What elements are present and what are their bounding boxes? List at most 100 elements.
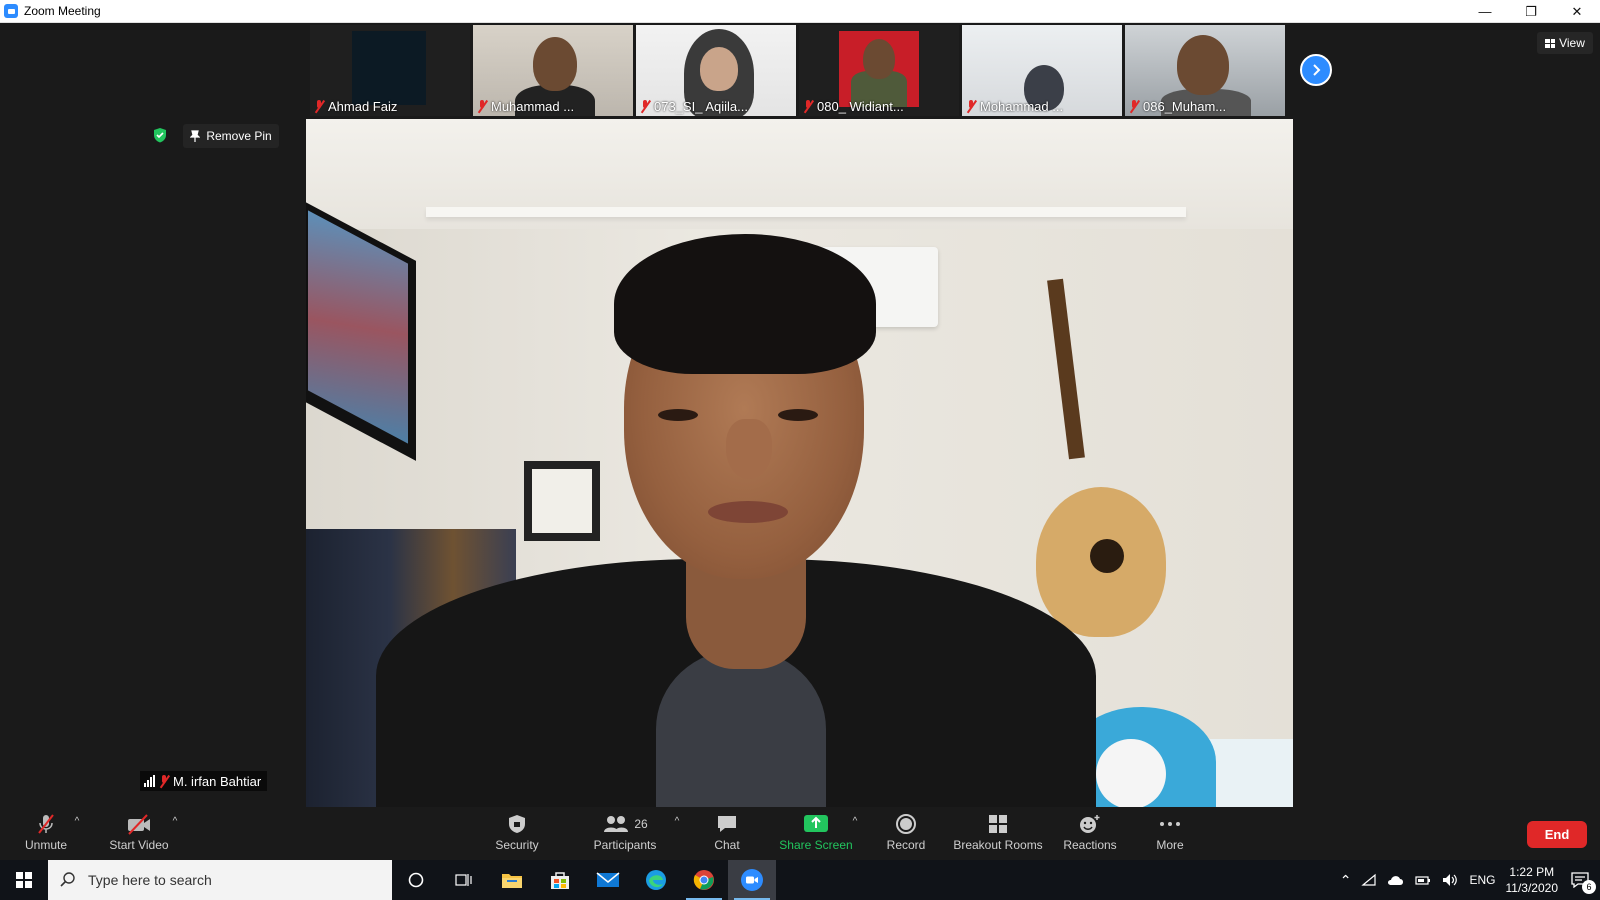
folder-icon	[502, 874, 522, 888]
windows-logo-icon	[16, 872, 32, 888]
onedrive-cloud-icon[interactable]	[1387, 874, 1405, 886]
more-button[interactable]: More	[1150, 812, 1190, 852]
share-options-caret[interactable]: ^	[850, 816, 860, 827]
record-icon	[895, 812, 917, 836]
meeting-toolbar: Unmute ^ Start Video ^ Security 26 Parti…	[0, 808, 1600, 860]
unmute-label: Unmute	[24, 838, 68, 852]
window-controls: — ❐ ✕	[1462, 0, 1600, 23]
language-indicator[interactable]: ENG	[1469, 873, 1495, 887]
participants-label: Participants	[593, 838, 657, 852]
start-video-label: Start Video	[109, 838, 169, 852]
close-button[interactable]: ✕	[1554, 0, 1600, 23]
thumbnail-widiant[interactable]: 080_ Widiant...	[799, 25, 959, 116]
more-icon	[1158, 812, 1182, 836]
video-person-eye	[658, 409, 698, 421]
thumbnail-label: 086_Muham...	[1129, 99, 1226, 114]
windows-taskbar: Type here to search ⌃ ENG 1:22 PM 11/3/2…	[0, 860, 1600, 900]
video-options-caret[interactable]: ^	[170, 816, 180, 827]
record-button[interactable]: Record	[882, 812, 930, 852]
pin-icon	[190, 130, 201, 142]
task-view-button[interactable]	[440, 860, 488, 900]
pinned-video[interactable]	[306, 119, 1293, 807]
chat-icon	[715, 812, 739, 836]
reactions-icon	[1078, 812, 1102, 836]
thumbnail-muhammad[interactable]: Muhammad ...	[473, 25, 633, 116]
thumbnail-mohammad[interactable]: Mohammad ...	[962, 25, 1122, 116]
start-button[interactable]	[0, 860, 48, 900]
chat-button[interactable]: Chat	[704, 812, 750, 852]
thumbnail-aqiila[interactable]: 073_SI_ Aqiila...	[636, 25, 796, 116]
wifi-icon[interactable]	[1361, 873, 1377, 887]
unmute-button[interactable]: Unmute	[20, 812, 72, 852]
search-icon	[60, 872, 75, 887]
action-center-button[interactable]: 6	[1568, 868, 1596, 894]
next-page-button[interactable]	[1300, 54, 1332, 86]
clock-time: 1:22 PM	[1509, 865, 1555, 879]
end-meeting-button[interactable]: End	[1527, 821, 1587, 848]
microsoft-store-app[interactable]	[536, 860, 584, 900]
taskbar-search-box[interactable]: Type here to search	[48, 860, 392, 900]
record-label: Record	[886, 838, 926, 852]
zoom-app[interactable]	[728, 860, 776, 900]
security-button[interactable]: Security	[490, 812, 544, 852]
audio-options-caret[interactable]: ^	[72, 816, 82, 827]
pinned-speaker-name: M. irfan Bahtiar	[173, 773, 262, 789]
breakout-rooms-icon	[987, 812, 1009, 836]
breakout-rooms-button[interactable]: Breakout Rooms	[953, 812, 1043, 852]
clock-date: 11/3/2020	[1505, 881, 1559, 895]
edge-app[interactable]	[632, 860, 680, 900]
thumbnail-label: 080_ Widiant...	[803, 99, 904, 114]
share-screen-button[interactable]: Share Screen	[778, 812, 854, 852]
share-screen-icon	[803, 812, 829, 836]
system-tray: ⌃ ENG 1:22 PM 11/3/2020 6	[1340, 860, 1600, 900]
title-bar: Zoom Meeting — ❐ ✕	[0, 0, 1600, 23]
chrome-browser-icon	[693, 870, 714, 890]
mic-off-icon	[34, 812, 58, 836]
search-placeholder: Type here to search	[88, 872, 212, 888]
person-head	[1177, 35, 1229, 95]
chevron-right-icon	[1313, 64, 1321, 76]
thumbnail-086-muham[interactable]: 086_Muham...	[1125, 25, 1285, 116]
participants-button[interactable]: 26 Participants	[590, 812, 660, 852]
reactions-button[interactable]: Reactions	[1060, 812, 1120, 852]
encryption-shield-icon[interactable]	[152, 127, 168, 143]
person-head	[700, 47, 738, 91]
participant-thumbnails: Ahmad Faiz Muhammad ... 073_SI_ Aqiila..…	[310, 25, 1285, 116]
video-off-icon	[125, 812, 153, 836]
share-screen-label: Share Screen	[779, 838, 853, 852]
pinned-speaker-label: M. irfan Bahtiar	[140, 771, 268, 791]
more-label: More	[1156, 838, 1184, 852]
restore-button[interactable]: ❐	[1508, 0, 1554, 23]
minimize-button[interactable]: —	[1462, 0, 1508, 23]
mic-muted-icon	[314, 100, 324, 113]
thumbnail-label: Muhammad ...	[477, 99, 574, 114]
mail-icon	[596, 872, 620, 887]
reactions-label: Reactions	[1063, 838, 1117, 852]
participants-options-caret[interactable]: ^	[672, 816, 682, 827]
chrome-app[interactable]	[680, 860, 728, 900]
thumbnail-label: Ahmad Faiz	[314, 99, 397, 114]
thumbnail-ahmad-faiz[interactable]: Ahmad Faiz	[310, 25, 470, 116]
remove-pin-button[interactable]: Remove Pin	[183, 124, 279, 148]
video-off-placeholder	[352, 31, 426, 105]
mail-app[interactable]	[584, 860, 632, 900]
video-person-hair	[614, 234, 876, 374]
battery-icon[interactable]	[1415, 874, 1431, 886]
edge-browser-icon	[646, 870, 666, 890]
video-person-eye	[778, 409, 818, 421]
security-label: Security	[495, 838, 539, 852]
start-video-button[interactable]: Start Video	[106, 812, 172, 852]
show-hidden-icons-chevron-icon[interactable]: ⌃	[1340, 872, 1352, 889]
view-button[interactable]: View	[1537, 32, 1593, 54]
video-molding	[426, 207, 1186, 217]
meeting-area: Ahmad Faiz Muhammad ... 073_SI_ Aqiila..…	[0, 23, 1600, 808]
store-bag-icon	[551, 872, 569, 889]
window-title: Zoom Meeting	[24, 4, 101, 18]
view-label: View	[1559, 36, 1585, 50]
volume-icon[interactable]	[1441, 873, 1459, 887]
video-picture	[532, 469, 592, 533]
cortana-button[interactable]	[392, 860, 440, 900]
participants-icon	[604, 816, 629, 832]
taskbar-clock[interactable]: 1:22 PM 11/3/2020	[1506, 864, 1559, 896]
file-explorer-app[interactable]	[488, 860, 536, 900]
